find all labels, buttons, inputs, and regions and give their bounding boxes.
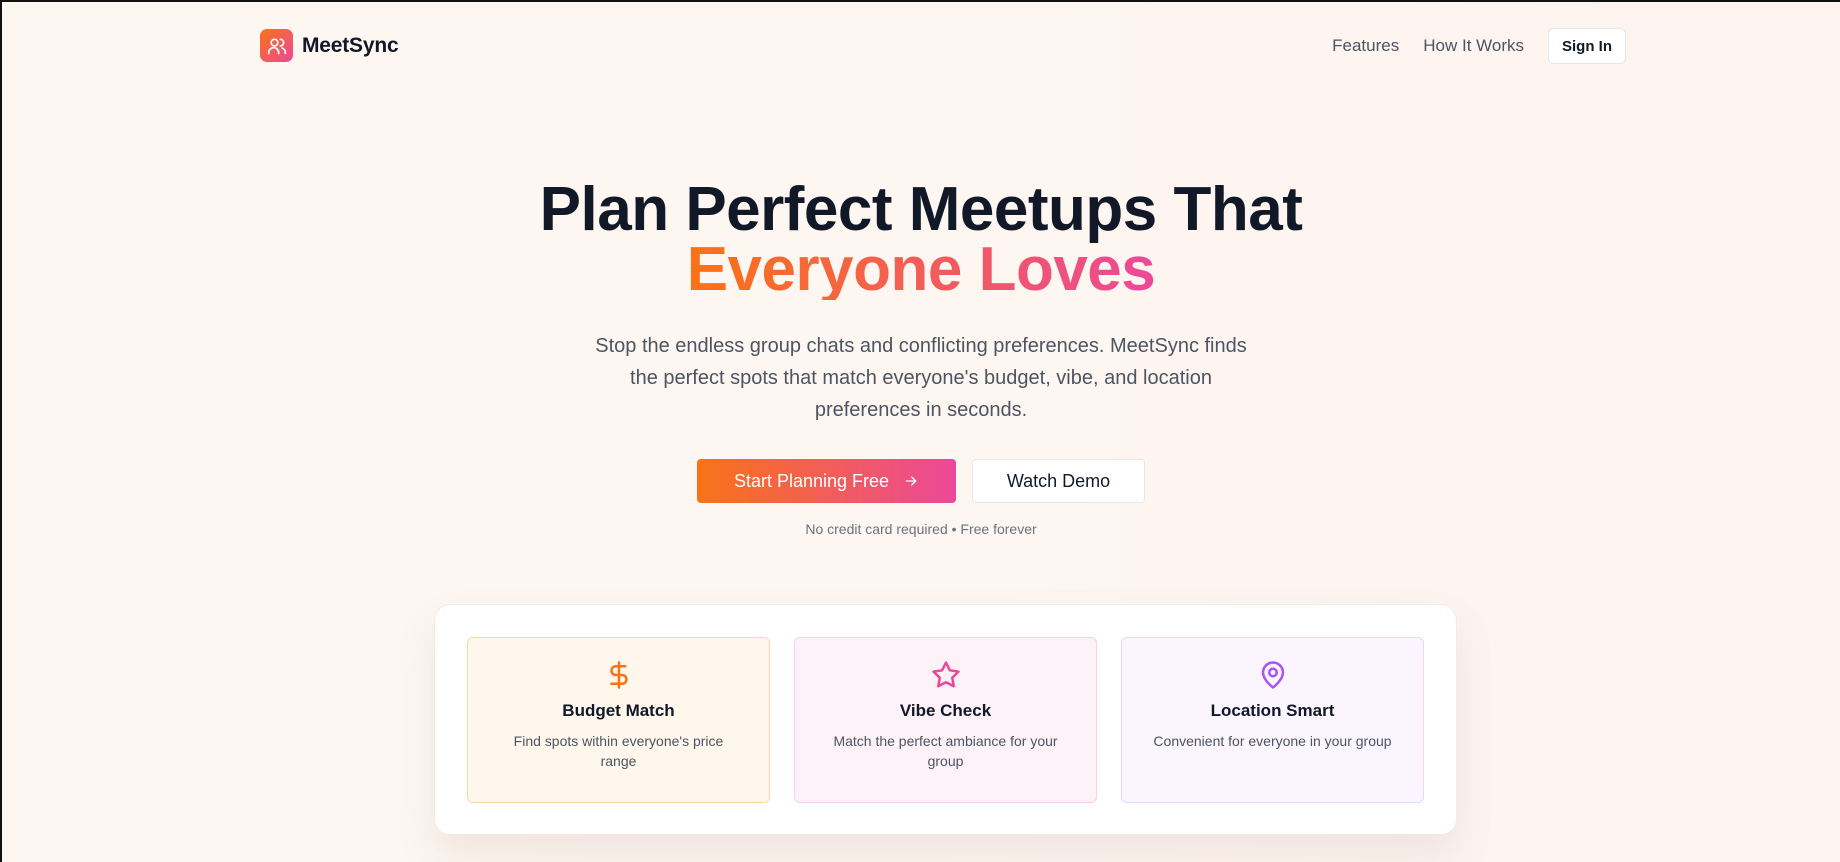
watch-demo-button[interactable]: Watch Demo [972, 459, 1145, 503]
star-icon [931, 661, 960, 688]
hero-title-accent: Everyone Loves [686, 235, 1156, 304]
cta-row: Start Planning Free Watch Demo [2, 459, 1840, 503]
users-icon [260, 29, 293, 62]
nav-link-how-it-works[interactable]: How It Works [1423, 36, 1524, 56]
hero-subtitle: Stop the endless group chats and conflic… [595, 335, 1247, 421]
dollar-icon [609, 661, 628, 689]
brand[interactable]: MeetSync [260, 29, 399, 62]
feature-description: Convenient for everyone in your group [1153, 733, 1392, 749]
start-planning-label: Start Planning Free [733, 470, 890, 491]
site-header: MeetSync Features How It Works Sign In [2, 2, 1840, 90]
feature-title: Budget Match [562, 701, 675, 720]
feature-title: Vibe Check [899, 701, 992, 720]
hero-title: Plan Perfect Meetups That Everyone Loves [2, 179, 1840, 304]
start-planning-button[interactable]: Start Planning Free [697, 459, 956, 503]
map-pin-icon [1261, 661, 1284, 689]
feature-card-vibe-check: Vibe Check Match the perfect ambiance fo… [794, 637, 1097, 803]
feature-card-budget-match: Budget Match Find spots within everyone'… [467, 637, 770, 803]
feature-panel: Budget Match Find spots within everyone'… [434, 604, 1457, 835]
hero-section: Plan Perfect Meetups That Everyone Loves… [2, 179, 1840, 538]
main-nav: Features How It Works Sign In [1332, 28, 1626, 64]
sign-in-button[interactable]: Sign In [1548, 28, 1626, 64]
feature-description: Match the perfect ambiance for your grou… [833, 733, 1058, 769]
arrow-right-icon [905, 476, 917, 486]
brand-name: MeetSync [302, 33, 399, 57]
hero-title-line1: Plan Perfect Meetups That [539, 175, 1303, 244]
feature-card-location-smart: Location Smart Convenient for everyone i… [1121, 637, 1424, 803]
feature-title: Location Smart [1210, 701, 1335, 720]
feature-description: Find spots within everyone's price range [513, 733, 724, 769]
cta-note: No credit card required • Free forever [805, 521, 1037, 537]
nav-link-features[interactable]: Features [1332, 36, 1399, 56]
